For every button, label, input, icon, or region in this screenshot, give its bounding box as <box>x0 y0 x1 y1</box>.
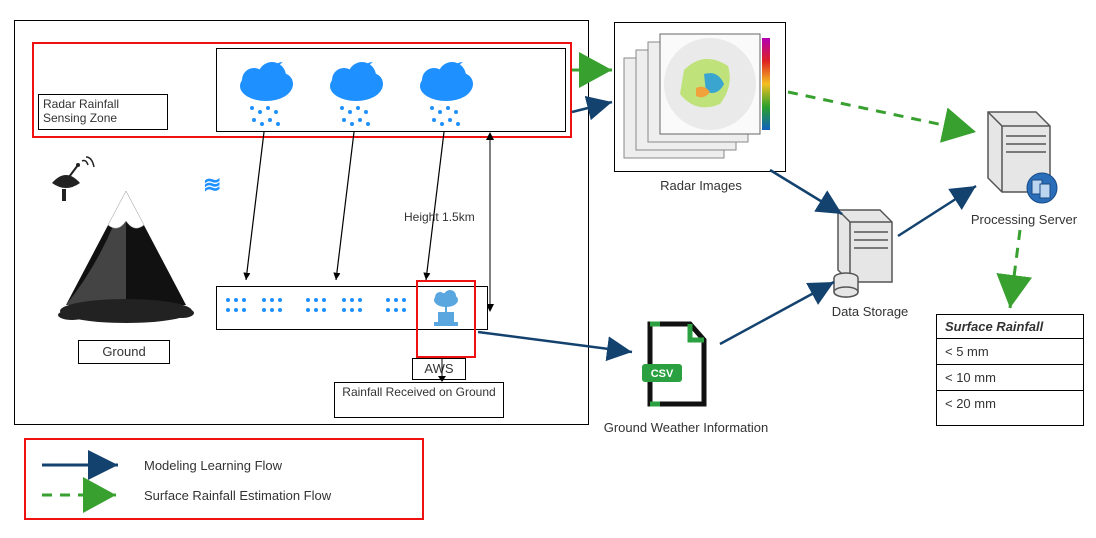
legend-estimation-label: Surface Rainfall Estimation Flow <box>144 488 331 503</box>
legend-learning-label: Modeling Learning Flow <box>144 458 282 473</box>
legend-row-learning: Modeling Learning Flow <box>40 450 408 480</box>
legend-row-estimation: Surface Rainfall Estimation Flow <box>40 480 408 510</box>
legend-box: Modeling Learning Flow Surface Rainfall … <box>24 438 424 520</box>
